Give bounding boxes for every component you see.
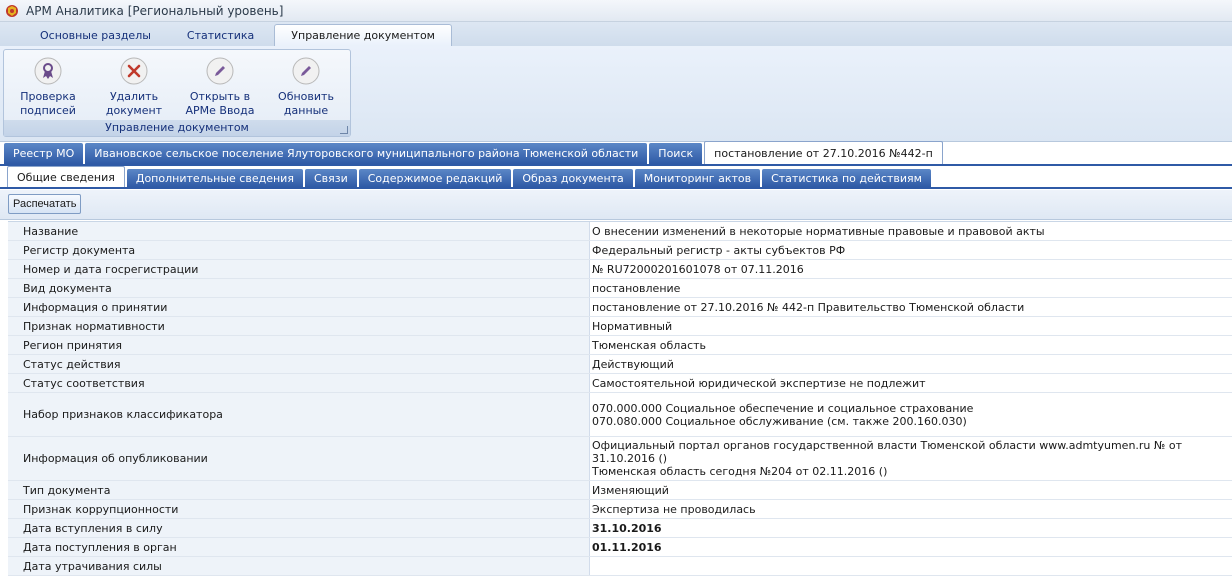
pencil-icon xyxy=(206,57,234,85)
check-signatures-button[interactable]: Проверка подписей xyxy=(8,54,88,118)
tab-general-info[interactable]: Общие сведения xyxy=(7,166,125,187)
property-value: Самостоятельной юридической экспертизе н… xyxy=(592,376,926,390)
property-value: Федеральный регистр - акты субъектов РФ xyxy=(592,243,846,257)
table-row[interactable]: Регион принятия Тюменская область xyxy=(8,336,1232,355)
table-row[interactable]: Дата вступления в силу 31.10.2016 xyxy=(8,519,1232,538)
tab-additional-info[interactable]: Дополнительные сведения xyxy=(126,169,303,187)
ribbon-tabs: Основные разделы Статистика Управление д… xyxy=(0,22,1232,46)
property-value: Действующий xyxy=(592,357,674,371)
table-row[interactable]: Регистр документа Федеральный регистр - … xyxy=(8,241,1232,260)
detail-tabs: Общие сведения Дополнительные сведения С… xyxy=(0,166,1232,189)
tab-acts-monitoring[interactable]: Мониторинг актов xyxy=(634,169,761,187)
property-name: Название xyxy=(8,222,590,240)
property-value: Официальный портал органов государственн… xyxy=(592,439,1182,478)
table-row[interactable]: Тип документа Изменяющий xyxy=(8,481,1232,500)
ribbon-group-label: Управление документом xyxy=(4,120,350,136)
document-tabs: Реестр МО Ивановское сельское поселение … xyxy=(0,141,1232,166)
property-name: Номер и дата госрегистрации xyxy=(8,260,590,278)
table-row[interactable]: Статус действия Действующий xyxy=(8,355,1232,374)
doc-tab-resolution[interactable]: постановление от 27.10.2016 №442-п xyxy=(704,141,943,164)
table-row[interactable]: Признак нормативности Нормативный xyxy=(8,317,1232,336)
toolbar: Распечатать xyxy=(0,190,1232,220)
table-row[interactable]: Название О внесении изменений в некоторы… xyxy=(8,222,1232,241)
tab-action-statistics[interactable]: Статистика по действиям xyxy=(762,169,931,187)
title-bar: АРМ Аналитика [Региональный уровень] xyxy=(0,0,1232,22)
refresh-data-button[interactable]: Обновить данные xyxy=(266,54,346,118)
property-name: Регион принятия xyxy=(8,336,590,354)
property-value xyxy=(590,557,1232,575)
doc-tab-registry-mo[interactable]: Реестр МО xyxy=(4,143,84,164)
properties-grid: Название О внесении изменений в некоторы… xyxy=(8,221,1232,580)
table-row[interactable]: Номер и дата госрегистрации № RU72000201… xyxy=(8,260,1232,279)
table-row[interactable]: Информация о принятии постановление от 2… xyxy=(8,298,1232,317)
property-value: 01.11.2016 xyxy=(592,540,662,554)
ribbon-panel: Проверка подписей Удалить документ Откры… xyxy=(0,46,1232,142)
ribbon-tab-main-sections[interactable]: Основные разделы xyxy=(24,24,167,46)
property-value: Нормативный xyxy=(592,319,673,333)
property-name: Набор признаков классификатора xyxy=(8,393,590,436)
property-name: Тип документа xyxy=(8,481,590,499)
tab-document-image[interactable]: Образ документа xyxy=(513,169,633,187)
doc-tab-search[interactable]: Поиск xyxy=(649,143,703,164)
pencil-icon xyxy=(292,57,320,85)
property-name: Признак нормативности xyxy=(8,317,590,335)
property-value: 31.10.2016 xyxy=(592,521,662,535)
property-value: Изменяющий xyxy=(592,483,669,497)
property-name: Статус действия xyxy=(8,355,590,373)
property-value: О внесении изменений в некоторые нормати… xyxy=(592,224,1045,238)
table-row[interactable]: Вид документа постановление xyxy=(8,279,1232,298)
open-in-input-arm-button[interactable]: Открыть в АРМе Ввода xyxy=(180,54,260,118)
delete-document-button[interactable]: Удалить документ xyxy=(94,54,174,118)
table-row[interactable]: Статус соответствия Самостоятельной юрид… xyxy=(8,374,1232,393)
property-name: Регистр документа xyxy=(8,241,590,259)
property-name: Информация об опубликовании xyxy=(8,437,590,480)
property-name: Признак коррупционности xyxy=(8,500,590,518)
table-row[interactable]: Признак коррупционности Экспертиза не пр… xyxy=(8,500,1232,519)
property-name: Информация о принятии xyxy=(8,298,590,316)
ribbon-tab-document-management[interactable]: Управление документом xyxy=(274,24,452,46)
property-name: Статус соответствия xyxy=(8,374,590,392)
property-value: № RU72000201601078 от 07.11.2016 xyxy=(592,262,804,276)
property-value: постановление xyxy=(592,281,681,295)
property-value: 070.000.000 Социальное обеспечение и соц… xyxy=(592,401,974,428)
table-row[interactable]: Дата утрачивания силы xyxy=(8,557,1232,576)
property-value: Тюменская область xyxy=(592,338,707,352)
signature-ribbon-icon xyxy=(34,57,62,85)
property-name: Дата вступления в силу xyxy=(8,519,590,537)
doc-tab-ivanovskoe[interactable]: Ивановское сельское поселение Ялуторовск… xyxy=(85,143,648,164)
print-button[interactable]: Распечатать xyxy=(8,194,82,214)
property-name: Дата утрачивания силы xyxy=(8,557,590,575)
delete-x-icon xyxy=(120,57,148,85)
ribbon-group-document-management: Проверка подписей Удалить документ Откры… xyxy=(3,49,351,137)
window-title: АРМ Аналитика [Региональный уровень] xyxy=(26,3,284,18)
property-name: Дата поступления в орган xyxy=(8,538,590,556)
table-row[interactable]: Дата поступления в орган 01.11.2016 xyxy=(8,538,1232,557)
table-row[interactable]: Информация об опубликовании Официальный … xyxy=(8,437,1232,481)
tab-revisions[interactable]: Содержимое редакций xyxy=(358,169,512,187)
property-value: Экспертиза не проводилась xyxy=(592,502,756,516)
property-name: Вид документа xyxy=(8,279,590,297)
ribbon-tab-statistics[interactable]: Статистика xyxy=(171,24,270,46)
tab-links[interactable]: Связи xyxy=(304,169,357,187)
app-emblem-icon xyxy=(6,4,18,17)
table-row[interactable]: Набор признаков классификатора 070.000.0… xyxy=(8,393,1232,437)
property-value: постановление от 27.10.2016 № 442-п Прав… xyxy=(592,300,1025,314)
dialog-launcher-icon[interactable] xyxy=(340,126,348,134)
